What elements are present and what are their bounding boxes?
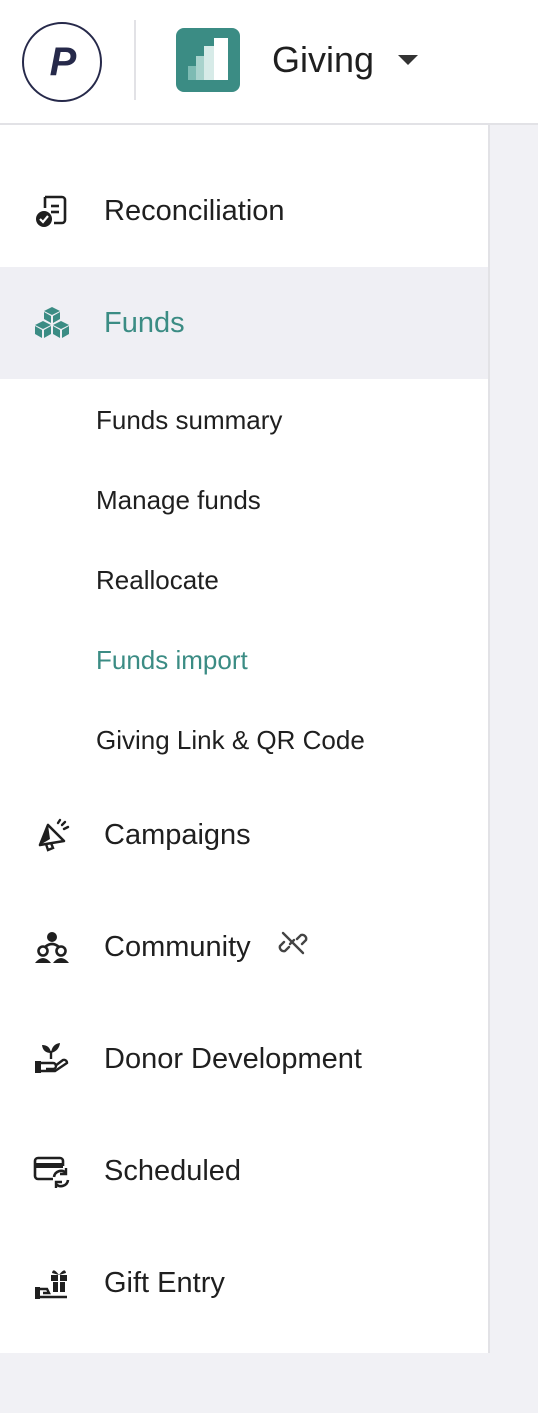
sidebar-item-label: Funds <box>104 307 185 339</box>
sidebar-item-community[interactable]: Community <box>0 891 488 1003</box>
subnav-manage-funds[interactable]: Manage funds <box>96 480 261 520</box>
giving-app-icon[interactable] <box>176 28 240 92</box>
sidebar: Reconciliation Funds Funds summary Manag… <box>0 125 490 1353</box>
planning-center-logo[interactable]: P <box>22 22 102 102</box>
sidebar-item-label: Reconciliation <box>104 195 285 227</box>
sidebar-item-label: Gift Entry <box>104 1267 225 1299</box>
logo-text: P <box>49 39 77 84</box>
top-header: P Giving <box>0 0 538 125</box>
subnav-reallocate[interactable]: Reallocate <box>96 560 219 600</box>
reconciliation-icon <box>32 191 72 231</box>
sidebar-item-scheduled[interactable]: Scheduled <box>0 1115 488 1227</box>
sidebar-item-label: Donor Development <box>104 1043 362 1075</box>
gift-entry-icon <box>32 1263 72 1303</box>
sidebar-item-campaigns[interactable]: Campaigns <box>0 779 488 891</box>
unlinked-icon <box>278 928 308 963</box>
funds-cubes-icon <box>32 303 72 343</box>
donor-hand-plant-icon <box>32 1039 72 1079</box>
subnav-giving-link-qr-code[interactable]: Giving Link & QR Code <box>96 720 365 760</box>
sidebar-item-donor-development[interactable]: Donor Development <box>0 1003 488 1115</box>
community-people-icon <box>32 927 72 967</box>
sidebar-item-label: Scheduled <box>104 1155 242 1187</box>
sidebar-item-funds[interactable]: Funds <box>0 267 488 379</box>
header-divider <box>134 20 136 100</box>
sidebar-item-reconciliation[interactable]: Reconciliation <box>0 155 488 267</box>
scheduled-card-refresh-icon <box>32 1151 72 1191</box>
app-switcher-title[interactable]: Giving <box>272 38 374 82</box>
chevron-down-icon[interactable] <box>396 53 420 72</box>
sidebar-item-label: Community <box>104 931 251 963</box>
subnav-funds-import[interactable]: Funds import <box>96 640 248 680</box>
campaigns-megaphone-icon <box>32 815 72 855</box>
sidebar-item-label: Campaigns <box>104 819 251 851</box>
subnav-funds-summary[interactable]: Funds summary <box>96 400 282 440</box>
sidebar-item-gift-entry[interactable]: Gift Entry <box>0 1227 488 1339</box>
